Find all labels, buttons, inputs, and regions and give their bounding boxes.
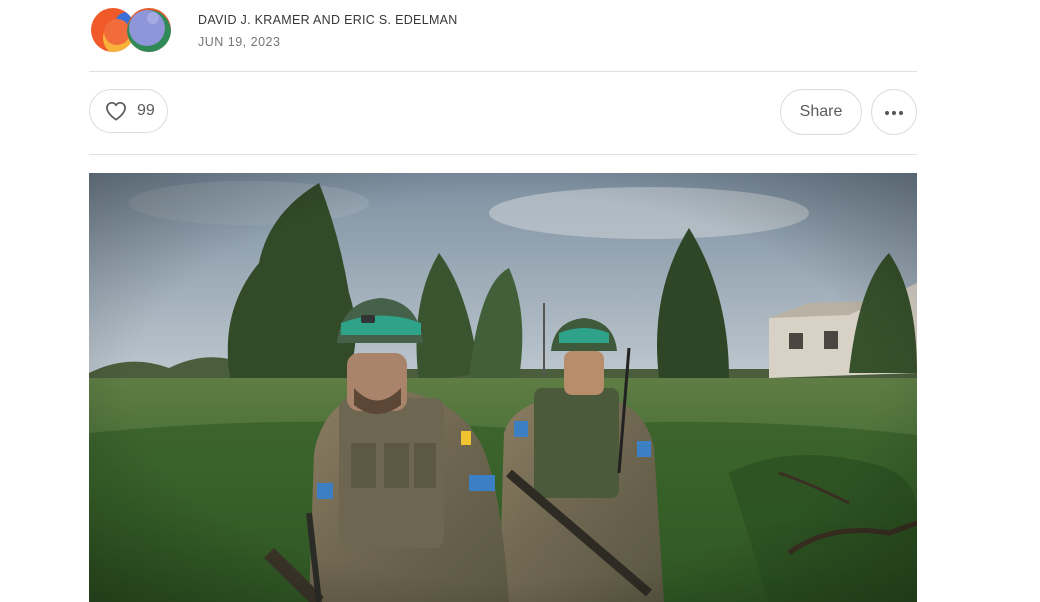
more-options-button[interactable] — [871, 89, 917, 135]
author-names[interactable]: DAVID J. KRAMER AND ERIC S. EDELMAN — [198, 13, 458, 27]
like-button[interactable]: 99 — [89, 89, 168, 133]
divider-top — [89, 71, 917, 72]
hero-image[interactable] — [89, 173, 917, 602]
ellipsis-icon — [884, 103, 904, 121]
post-page: DAVID J. KRAMER AND ERIC S. EDELMAN JUN … — [0, 0, 1040, 602]
divider-bottom — [89, 154, 917, 155]
heart-icon — [105, 101, 127, 121]
like-count: 99 — [137, 102, 155, 119]
share-button[interactable]: Share — [780, 89, 862, 135]
publish-date: JUN 19, 2023 — [198, 35, 281, 49]
author-avatar-2[interactable] — [127, 8, 171, 52]
author-avatars — [91, 5, 179, 55]
byline-text: DAVID J. KRAMER AND ERIC S. EDELMAN JUN … — [198, 11, 458, 49]
byline: DAVID J. KRAMER AND ERIC S. EDELMAN JUN … — [91, 4, 458, 56]
